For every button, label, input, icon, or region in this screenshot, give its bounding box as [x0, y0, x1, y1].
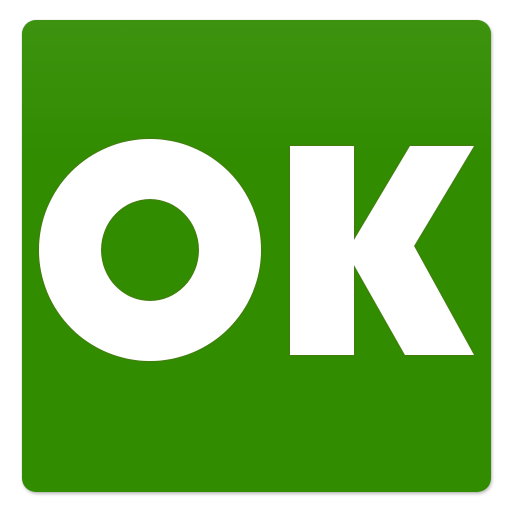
ok-icon-stage: OK [0, 0, 512, 512]
letter-k-glyph [290, 146, 474, 355]
ok-glyphs-icon [39, 139, 474, 361]
letter-o-glyph [39, 139, 261, 361]
